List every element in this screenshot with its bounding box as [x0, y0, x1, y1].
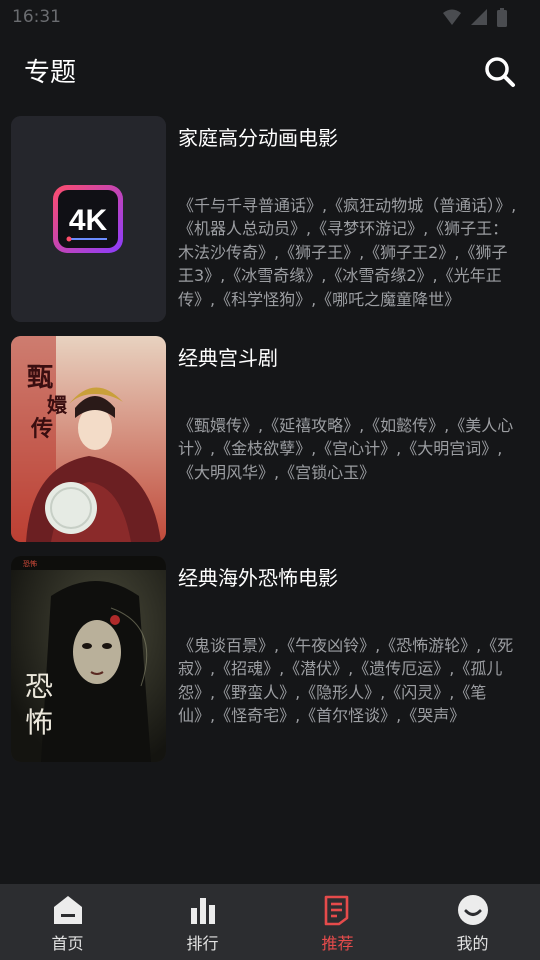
screen: 16:31 专题 4K 家庭高分动画电影 《千与千寻普通话》,《疯狂动物城（普通… [0, 0, 540, 960]
nav-label: 首页 [51, 934, 84, 953]
nav-label: 我的 [456, 934, 489, 953]
home-icon [53, 896, 82, 924]
topic-title: 经典海外恐怖电影 [178, 566, 338, 590]
nav-label: 推荐 [321, 934, 354, 953]
drama-poster-image: 甄 嬛 传 [11, 336, 166, 542]
signal-icon [471, 9, 487, 25]
topic-thumbnail[interactable]: 4K [11, 116, 166, 322]
nav-item-ranking[interactable]: 排行 [135, 884, 270, 960]
topic-description: 《甄嬛传》,《延禧攻略》,《如懿传》,《美人心计》,《金枝欲孽》,《宫心计》,《… [178, 416, 514, 482]
smiley-icon [457, 895, 488, 925]
nav-item-recommend[interactable]: 推荐 [270, 884, 405, 960]
thumb-logo-text: 4K [69, 204, 108, 237]
document-icon [324, 895, 348, 926]
topic-title: 经典宫斗剧 [178, 346, 278, 370]
svg-text:传: 传 [30, 416, 53, 442]
topic-card[interactable]: 甄 嬛 传 经典宫斗剧 《甄嬛传》,《延禧攻略》,《如懿传》,《美人心计》,《金… [11, 336, 531, 542]
search-icon [485, 57, 515, 87]
search-button[interactable] [482, 54, 518, 90]
status-time: 16:31 [12, 7, 61, 27]
nav-item-mine[interactable]: 我的 [405, 884, 540, 960]
bar-chart-icon [190, 898, 215, 924]
header: 专题 [0, 44, 540, 100]
wifi-icon [443, 9, 461, 25]
4k-logo-icon: 4K [11, 116, 166, 322]
topic-thumbnail[interactable]: 恐怖 恐 怖 [11, 556, 166, 762]
horror-poster-image: 恐怖 恐 怖 [11, 556, 166, 762]
topic-title: 家庭高分动画电影 [178, 126, 338, 150]
nav-label: 排行 [186, 934, 219, 953]
svg-text:嬛: 嬛 [47, 393, 68, 417]
topic-card[interactable]: 4K 家庭高分动画电影 《千与千寻普通话》,《疯狂动物城（普通话）》,《机器人总… [11, 116, 531, 322]
topic-description: 《鬼谈百景》,《午夜凶铃》,《恐怖游轮》,《死寂》,《招魂》,《潜伏》,《遗传厄… [178, 636, 514, 726]
status-bar: 16:31 [0, 0, 540, 36]
page-title: 专题 [24, 58, 77, 88]
svg-text:甄: 甄 [27, 363, 53, 393]
svg-text:怖: 怖 [25, 706, 53, 739]
svg-text:恐: 恐 [25, 670, 53, 703]
svg-text:恐怖: 恐怖 [23, 559, 37, 568]
topic-description: 《千与千寻普通话》,《疯狂动物城（普通话）》,《机器人总动员》,《寻梦环游记》,… [178, 196, 517, 309]
battery-icon [497, 8, 507, 27]
nav-item-home[interactable]: 首页 [0, 884, 135, 960]
topic-thumbnail[interactable]: 甄 嬛 传 [11, 336, 166, 542]
topic-card[interactable]: 恐怖 恐 怖 经典海外恐怖电影 《鬼谈百景》,《午夜凶铃》,《恐怖游轮》,《死寂… [11, 556, 531, 762]
status-icons [442, 8, 508, 28]
bottom-nav: 首页 排行 推荐 我的 [0, 884, 540, 960]
